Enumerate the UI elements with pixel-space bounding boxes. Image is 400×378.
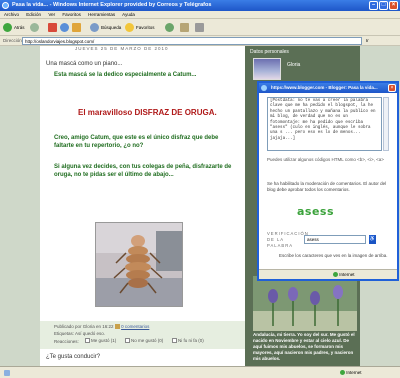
post-labels[interactable]: Etiquetas: Así quedó eso. <box>54 331 105 336</box>
post-intro: Esta mascá se la dedico especialmente a … <box>54 72 197 78</box>
ie-icon <box>2 2 9 9</box>
reaction-like[interactable]: Me gustó (1) <box>85 338 116 344</box>
post-byline: Publicado por Gloria en 16:22 0 comentar… <box>54 324 150 330</box>
status-bar: Internet <box>0 366 400 378</box>
post-photo[interactable] <box>95 222 183 307</box>
menu-ayuda[interactable]: Ayuda <box>122 12 135 17</box>
comment-textarea[interactable]: [Postdata: no te vas a creer la palabra … <box>267 97 382 151</box>
maximize-button[interactable]: □ <box>379 1 388 10</box>
refresh-button[interactable] <box>60 22 71 33</box>
email-post-icon[interactable] <box>114 324 120 330</box>
address-bar: Dirección http://oslandorviajes.blogspot… <box>0 36 400 46</box>
print-button[interactable] <box>195 22 206 33</box>
address-label: Dirección <box>3 38 22 43</box>
moderation-note: Se ha habilitado la moderación de coment… <box>267 181 387 192</box>
globe-icon <box>340 370 345 376</box>
checkbox[interactable] <box>125 338 130 344</box>
back-button[interactable]: Atrás <box>3 22 25 33</box>
history-icon <box>165 23 174 33</box>
star-icon <box>125 23 134 33</box>
menu-bar: Archivo Edición Ver Favoritos Herramient… <box>0 11 400 19</box>
popup-title-bar[interactable]: https://www.blogger.com - Blogger: Pasa … <box>259 83 397 93</box>
post-title[interactable]: Una mascá como un piano... <box>46 61 122 67</box>
captcha-instructions: Escribe los caracteres que ves en la ima… <box>279 253 388 258</box>
stop-icon <box>48 23 57 33</box>
menu-herramientas[interactable]: Herramientas <box>88 12 115 17</box>
toolbar: Atrás Búsqueda Favoritos <box>0 19 400 36</box>
forward-button[interactable] <box>30 22 41 33</box>
home-button[interactable] <box>72 22 83 33</box>
popup-title: https://www.blogger.com - Blogger: Pasa … <box>271 85 378 90</box>
comment-scrollbar[interactable] <box>383 97 389 151</box>
globe-icon <box>333 272 338 278</box>
menu-ver[interactable]: Ver <box>48 12 55 17</box>
checkbox[interactable] <box>172 338 177 344</box>
search-icon <box>90 23 99 33</box>
mail-icon <box>180 23 189 33</box>
checkbox[interactable] <box>85 338 90 344</box>
address-input[interactable]: http://oslandorviajes.blogspot.com/ <box>22 37 362 45</box>
profile-bio: Andalucía, mi tierra. Yo soy del sur. Me… <box>253 332 355 361</box>
comment-popup-window: https://www.blogger.com - Blogger: Pasa … <box>257 81 399 281</box>
caterpillar-costume-photo <box>96 223 182 306</box>
popup-close-button[interactable]: × <box>388 84 396 92</box>
post-paragraph-2: Si alguna vez decides, con tus colegas d… <box>54 164 232 178</box>
menu-favoritos[interactable]: Favoritos <box>62 12 81 17</box>
security-zone: Internet <box>340 367 362 378</box>
reactions-label: Reacciones: <box>54 339 79 344</box>
post-paragraph-1: Creo, amigo Catum, que este es el único … <box>54 135 219 149</box>
post-heading: El maravilloso DISFRAZ DE ORUGA. <box>78 108 217 117</box>
favorites-button[interactable]: Favoritos <box>125 22 155 33</box>
profile-name[interactable]: Gloria <box>287 62 300 68</box>
captcha-image: asess <box>297 205 335 218</box>
popup-status-bar: Internet <box>259 269 397 279</box>
page-icon <box>4 370 10 376</box>
mail-button[interactable] <box>180 22 191 33</box>
left-margin <box>0 46 40 366</box>
reaction-neutral[interactable]: Ni fu ni fa (0) <box>172 338 204 344</box>
print-icon <box>195 23 204 33</box>
html-note: Puedes utilizar algunos códigos HTML com… <box>267 157 384 162</box>
refresh-icon <box>60 23 69 33</box>
back-arrow-icon <box>3 23 12 33</box>
accessibility-icon[interactable]: ♿ <box>369 235 376 244</box>
profile-photo[interactable] <box>253 58 281 80</box>
history-button[interactable] <box>165 22 176 33</box>
verification-input[interactable]: asess <box>304 235 366 244</box>
go-button[interactable]: Ir <box>366 37 369 45</box>
search-button[interactable]: Búsqueda <box>90 22 121 33</box>
menu-archivo[interactable]: Archivo <box>4 12 19 17</box>
stop-button[interactable] <box>48 22 59 33</box>
forward-arrow-icon <box>30 23 39 33</box>
sidebar-title: Datos personales <box>250 49 289 55</box>
minimize-button[interactable]: – <box>369 1 378 10</box>
window-title: Pasa la vida... - Windows Internet Explo… <box>12 2 212 8</box>
post-date: JUEVES 25 DE MARZO DE 2010 <box>75 46 169 51</box>
window-title-bar[interactable]: Pasa la vida... - Windows Internet Explo… <box>0 0 400 11</box>
post-title-2[interactable]: ¿Te gusta conducir? <box>46 354 100 360</box>
home-icon <box>72 23 81 33</box>
main-column: JUEVES 25 DE MARZO DE 2010 Una mascá com… <box>40 46 245 366</box>
close-button[interactable]: × <box>389 1 398 10</box>
verification-label: VERIFICACIÓN DE LA PALABRA <box>267 231 309 248</box>
iris-flowers-photo <box>253 276 357 331</box>
reaction-dislike[interactable]: No me gustó (0) <box>125 338 163 344</box>
ie-icon <box>261 85 267 91</box>
comments-link[interactable]: 0 comentarios <box>121 324 149 329</box>
sidebar-photo <box>253 276 357 331</box>
menu-edicion[interactable]: Edición <box>26 12 41 17</box>
